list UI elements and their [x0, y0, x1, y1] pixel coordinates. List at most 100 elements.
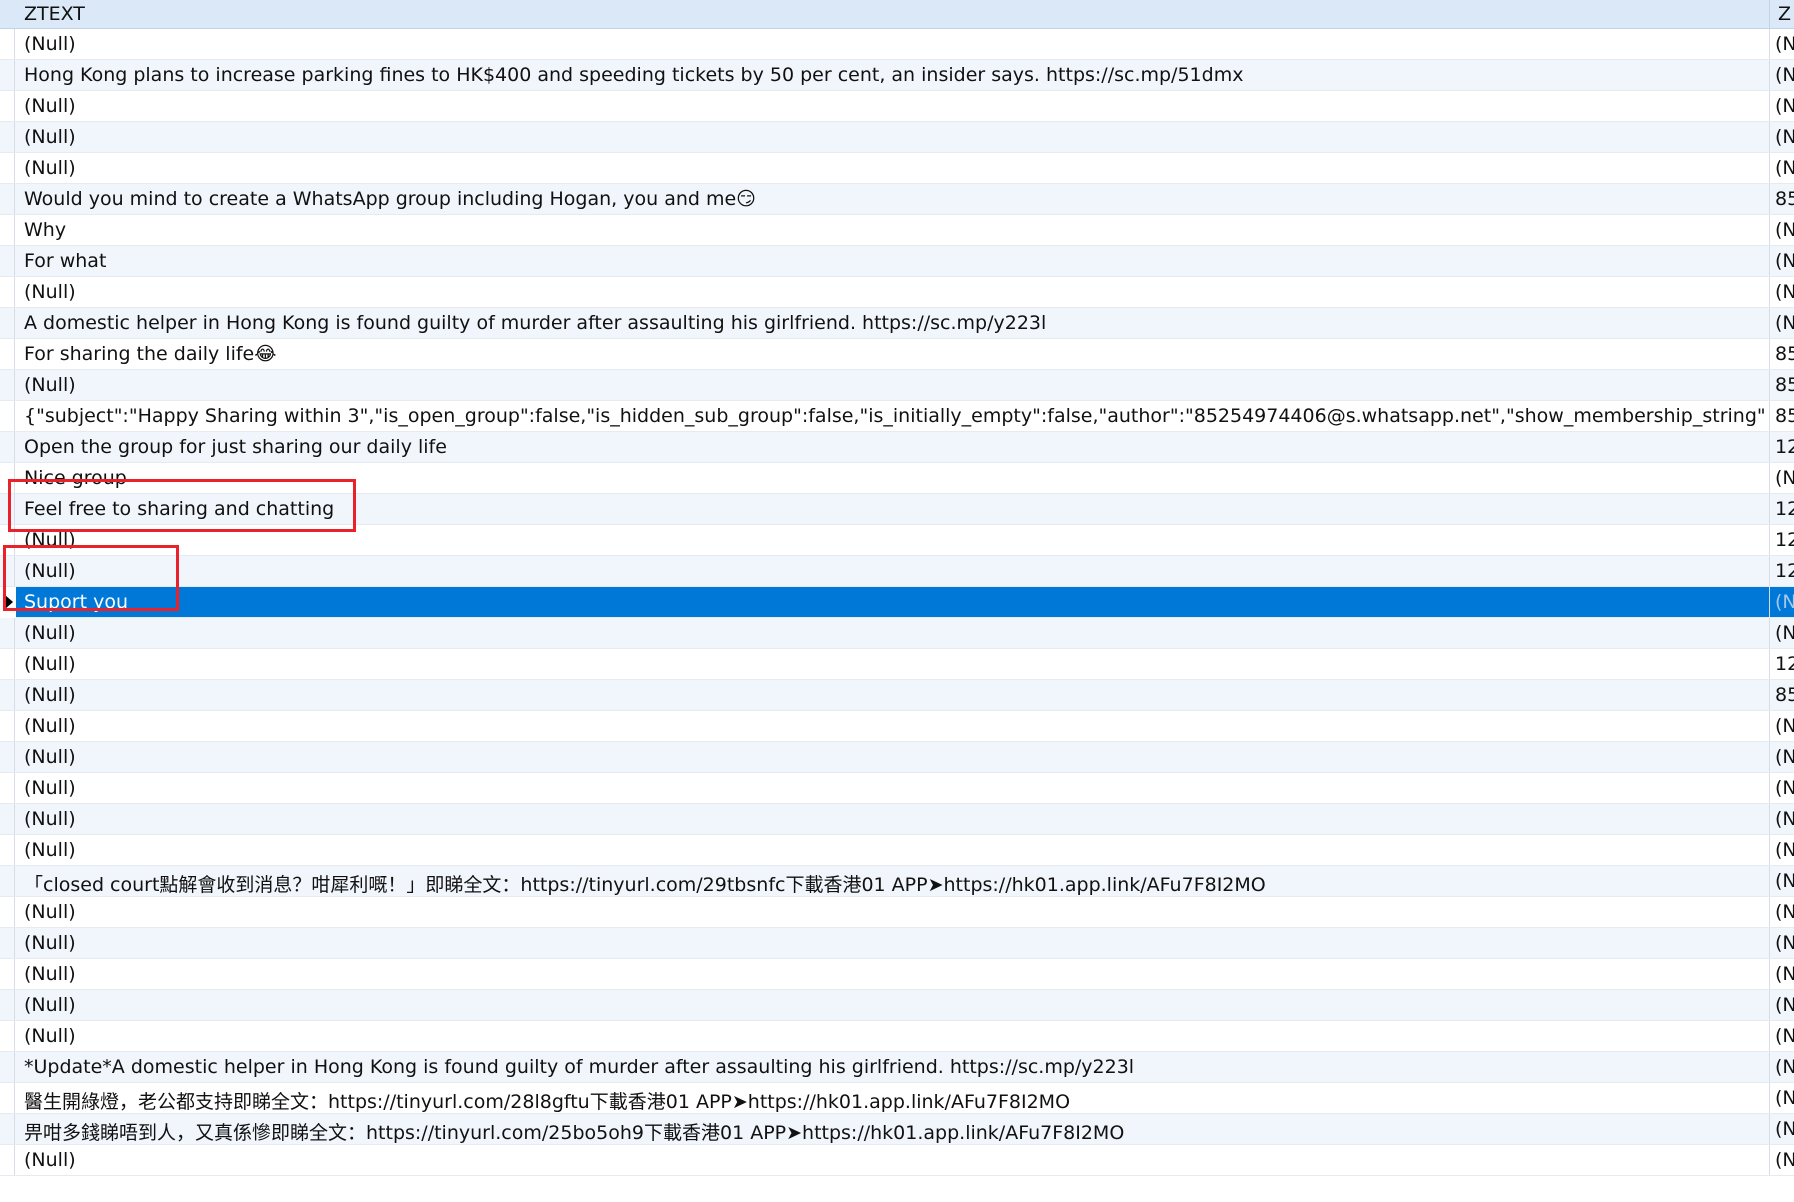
- cell-ztext[interactable]: (Null): [24, 808, 1764, 830]
- row-indicator-cell[interactable]: [0, 556, 15, 586]
- cell-ztext[interactable]: (Null): [24, 746, 1764, 768]
- cell-ztext[interactable]: (Null): [24, 529, 1764, 551]
- table-row[interactable]: Open the group for just sharing our dail…: [0, 432, 1794, 463]
- cell-z[interactable]: (N: [1775, 219, 1794, 241]
- cell-ztext[interactable]: 醫生開綠燈，老公都支持即睇全文：https://tinyurl.com/28l8…: [24, 1087, 1764, 1114]
- cell-ztext[interactable]: {"subject":"Happy Sharing within 3","is_…: [24, 405, 1764, 427]
- cell-z[interactable]: 12: [1775, 560, 1794, 582]
- cell-z[interactable]: (N: [1775, 33, 1794, 55]
- row-indicator-cell[interactable]: [0, 432, 15, 462]
- cell-z[interactable]: 12: [1775, 436, 1794, 458]
- cell-ztext[interactable]: (Null): [24, 157, 1764, 179]
- cell-ztext[interactable]: (Null): [24, 684, 1764, 706]
- row-indicator-cell[interactable]: [0, 990, 15, 1020]
- cell-ztext[interactable]: Open the group for just sharing our dail…: [24, 436, 1764, 458]
- row-indicator-cell[interactable]: [0, 1021, 15, 1051]
- cell-z[interactable]: (N: [1775, 591, 1794, 613]
- cell-z[interactable]: (N: [1775, 1118, 1794, 1140]
- row-indicator-cell[interactable]: [0, 866, 15, 896]
- cell-ztext[interactable]: Nice group: [24, 467, 1764, 489]
- cell-z[interactable]: (N: [1775, 808, 1794, 830]
- cell-z[interactable]: (N: [1775, 932, 1794, 954]
- table-row[interactable]: (Null) (N: [0, 742, 1794, 773]
- table-row[interactable]: (Null) (N: [0, 804, 1794, 835]
- table-row[interactable]: (Null) (N: [0, 959, 1794, 990]
- cell-z[interactable]: 12: [1775, 529, 1794, 551]
- cell-ztext[interactable]: (Null): [24, 1149, 1764, 1171]
- row-indicator-cell[interactable]: [0, 463, 15, 493]
- row-indicator-cell[interactable]: [0, 1145, 15, 1175]
- table-row[interactable]: (Null) (N: [0, 618, 1794, 649]
- cell-z[interactable]: (N: [1775, 622, 1794, 644]
- row-indicator-cell[interactable]: [0, 928, 15, 958]
- cell-z[interactable]: (N: [1775, 250, 1794, 272]
- table-row[interactable]: (Null) 12: [0, 649, 1794, 680]
- table-row[interactable]: (Null) (N: [0, 122, 1794, 153]
- cell-z[interactable]: (N: [1775, 312, 1794, 334]
- table-row[interactable]: 「closed court點解會收到消息？咁犀利嘅！」即睇全文：https://…: [0, 866, 1794, 897]
- cell-ztext[interactable]: (Null): [24, 95, 1764, 117]
- cell-z[interactable]: (N: [1775, 64, 1794, 86]
- row-indicator-cell[interactable]: [0, 1083, 15, 1113]
- cell-ztext[interactable]: Hong Kong plans to increase parking fine…: [24, 64, 1764, 86]
- cell-z[interactable]: (N: [1775, 839, 1794, 861]
- row-indicator-cell[interactable]: [0, 835, 15, 865]
- cell-z[interactable]: (N: [1775, 1087, 1794, 1109]
- table-row-selected[interactable]: Suport you (N: [0, 587, 1794, 618]
- row-indicator-cell[interactable]: [0, 401, 15, 431]
- table-row[interactable]: (Null) (N: [0, 835, 1794, 866]
- cell-z[interactable]: (N: [1775, 994, 1794, 1016]
- cell-ztext[interactable]: For sharing the daily life😂: [24, 343, 1764, 365]
- row-indicator-cell[interactable]: [0, 246, 15, 276]
- table-row[interactable]: Nice group (N: [0, 463, 1794, 494]
- row-indicator-cell[interactable]: [0, 153, 15, 183]
- cell-z[interactable]: 12: [1775, 498, 1794, 520]
- cell-ztext[interactable]: (Null): [24, 1025, 1764, 1047]
- table-row[interactable]: (Null) (N: [0, 277, 1794, 308]
- column-header-z[interactable]: Z: [1778, 3, 1791, 25]
- table-row[interactable]: 醫生開綠燈，老公都支持即睇全文：https://tinyurl.com/28l8…: [0, 1083, 1794, 1114]
- row-indicator-cell[interactable]: [0, 804, 15, 834]
- table-row[interactable]: (Null) (N: [0, 153, 1794, 184]
- cell-ztext[interactable]: For what: [24, 250, 1764, 272]
- table-row[interactable]: For sharing the daily life😂 85: [0, 339, 1794, 370]
- cell-z[interactable]: (N: [1775, 715, 1794, 737]
- cell-z[interactable]: (N: [1775, 467, 1794, 489]
- row-indicator-cell[interactable]: [0, 184, 15, 214]
- cell-z[interactable]: 85: [1775, 343, 1794, 365]
- cell-z[interactable]: 85: [1775, 374, 1794, 396]
- row-indicator-cell[interactable]: [0, 60, 15, 90]
- row-indicator-cell[interactable]: [0, 370, 15, 400]
- cell-z[interactable]: 85: [1775, 405, 1794, 427]
- cell-z[interactable]: (N: [1775, 901, 1794, 923]
- table-row[interactable]: (Null) (N: [0, 1145, 1794, 1176]
- table-row[interactable]: (Null) (N: [0, 897, 1794, 928]
- cell-ztext[interactable]: Feel free to sharing and chatting: [24, 498, 1764, 520]
- table-row[interactable]: (Null) 12: [0, 525, 1794, 556]
- cell-ztext[interactable]: (Null): [24, 901, 1764, 923]
- table-row[interactable]: (Null) 12: [0, 556, 1794, 587]
- cell-ztext[interactable]: (Null): [24, 839, 1764, 861]
- column-divider[interactable]: [1769, 0, 1770, 28]
- row-indicator-cell[interactable]: [0, 1114, 15, 1144]
- cell-z[interactable]: (N: [1775, 157, 1794, 179]
- table-row[interactable]: (Null) (N: [0, 29, 1794, 60]
- table-row[interactable]: Hong Kong plans to increase parking fine…: [0, 60, 1794, 91]
- cell-ztext[interactable]: (Null): [24, 281, 1764, 303]
- row-indicator-cell[interactable]: [0, 215, 15, 245]
- cell-ztext[interactable]: (Null): [24, 374, 1764, 396]
- table-row[interactable]: (Null) (N: [0, 928, 1794, 959]
- cell-ztext[interactable]: (Null): [24, 33, 1764, 55]
- table-row[interactable]: {"subject":"Happy Sharing within 3","is_…: [0, 401, 1794, 432]
- table-row[interactable]: (Null) (N: [0, 773, 1794, 804]
- cell-ztext[interactable]: 「closed court點解會收到消息？咁犀利嘅！」即睇全文：https://…: [24, 870, 1764, 897]
- table-row[interactable]: (Null) 85: [0, 370, 1794, 401]
- row-indicator-cell[interactable]: [0, 618, 15, 648]
- cell-z[interactable]: 85: [1775, 684, 1794, 706]
- cell-ztext[interactable]: A domestic helper in Hong Kong is found …: [24, 312, 1764, 334]
- cell-z[interactable]: 85: [1775, 188, 1794, 210]
- table-row[interactable]: For what (N: [0, 246, 1794, 277]
- row-indicator-cell[interactable]: [0, 711, 15, 741]
- row-indicator-cell[interactable]: [0, 742, 15, 772]
- cell-z[interactable]: (N: [1775, 1056, 1794, 1078]
